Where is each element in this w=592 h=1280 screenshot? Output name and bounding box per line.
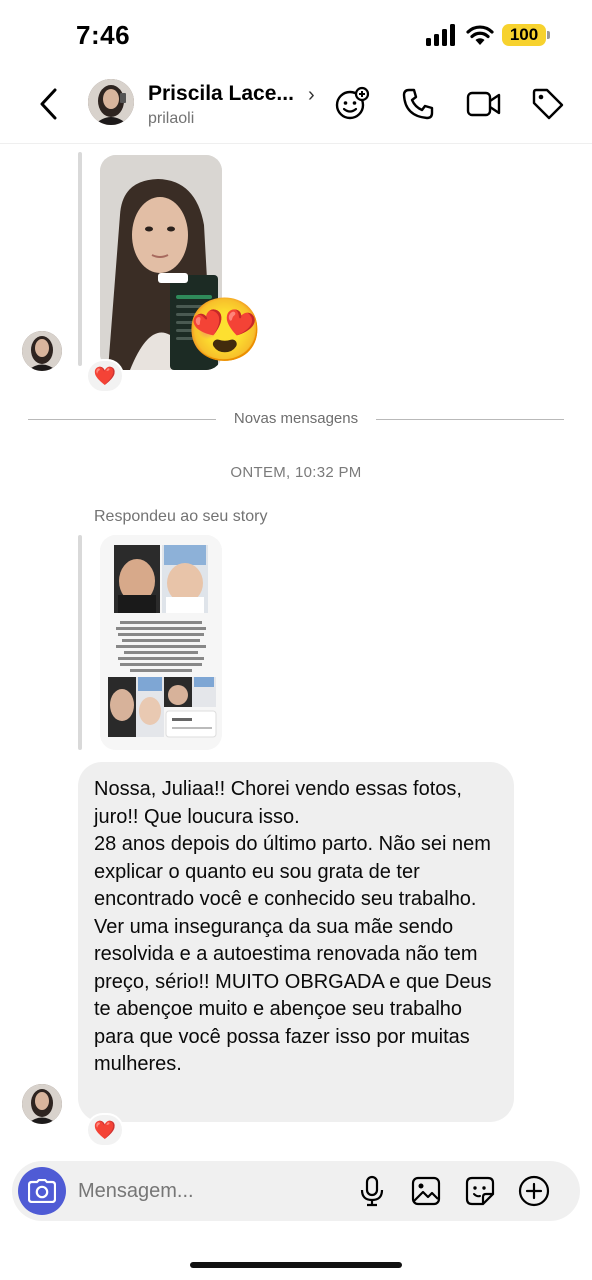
divider-line-right	[376, 419, 564, 420]
plus-icon	[518, 1175, 550, 1207]
chat-header: Priscila Lace... › prilaoli	[0, 70, 592, 144]
video-icon	[466, 91, 501, 117]
message-text-line: Nossa, Juliaa!! Chorei vendo essas fotos…	[94, 778, 462, 828]
contact-handle: prilaoli	[148, 110, 195, 127]
chevron-left-icon	[40, 88, 57, 120]
story-reply-line	[78, 535, 82, 750]
sender-avatar[interactable]	[22, 1084, 62, 1124]
home-indicator[interactable]	[190, 1262, 402, 1268]
gallery-button[interactable]	[410, 1175, 442, 1207]
microphone-icon	[360, 1175, 384, 1207]
sticker-icon	[465, 1176, 495, 1206]
wifi-icon	[466, 25, 494, 45]
message-composer	[12, 1161, 580, 1221]
camera-icon	[28, 1179, 56, 1203]
effects-button[interactable]	[334, 86, 370, 122]
heart-reaction[interactable]: ❤️	[86, 1113, 124, 1147]
sticker-button[interactable]	[464, 1175, 496, 1207]
heart-reaction[interactable]: ❤️	[86, 359, 124, 393]
cellular-signal-icon	[426, 24, 455, 46]
story-reply-line	[78, 152, 82, 366]
story-thumbnail[interactable]	[100, 535, 222, 750]
message-timestamp: ONTEM, 10:32 PM	[230, 464, 362, 481]
microphone-button[interactable]	[356, 1175, 388, 1207]
tag-button[interactable]	[530, 86, 566, 122]
heart-eyes-emoji-sticker: 😍	[186, 296, 264, 365]
message-input[interactable]	[78, 1175, 338, 1207]
phone-icon	[402, 88, 434, 120]
camera-button[interactable]	[18, 1167, 66, 1215]
battery-indicator: 100	[502, 24, 546, 46]
heart-icon: ❤️	[93, 1120, 117, 1140]
more-options-button[interactable]	[518, 1175, 550, 1207]
video-call-button[interactable]	[466, 86, 502, 122]
heart-icon: ❤️	[93, 366, 117, 386]
status-bar: 7:46 100	[0, 0, 592, 70]
message-bubble[interactable]: Nossa, Juliaa!! Chorei vendo essas fotos…	[78, 762, 514, 1122]
story-reply-caption: Respondeu ao seu story	[94, 508, 268, 525]
sender-avatar[interactable]	[22, 331, 62, 371]
message-text-line: 28 anos depois do último parto. Não sei …	[94, 833, 492, 1075]
battery-cap	[547, 31, 550, 39]
effects-icon	[335, 86, 370, 120]
contact-avatar[interactable]	[88, 79, 134, 125]
back-button[interactable]	[34, 84, 64, 124]
chevron-right-icon: ›	[308, 84, 315, 106]
status-time: 7:46	[76, 20, 131, 50]
audio-call-button[interactable]	[400, 86, 436, 122]
tag-icon	[532, 88, 564, 120]
contact-name[interactable]: Priscila Lace...	[148, 82, 294, 106]
image-icon	[411, 1176, 441, 1206]
